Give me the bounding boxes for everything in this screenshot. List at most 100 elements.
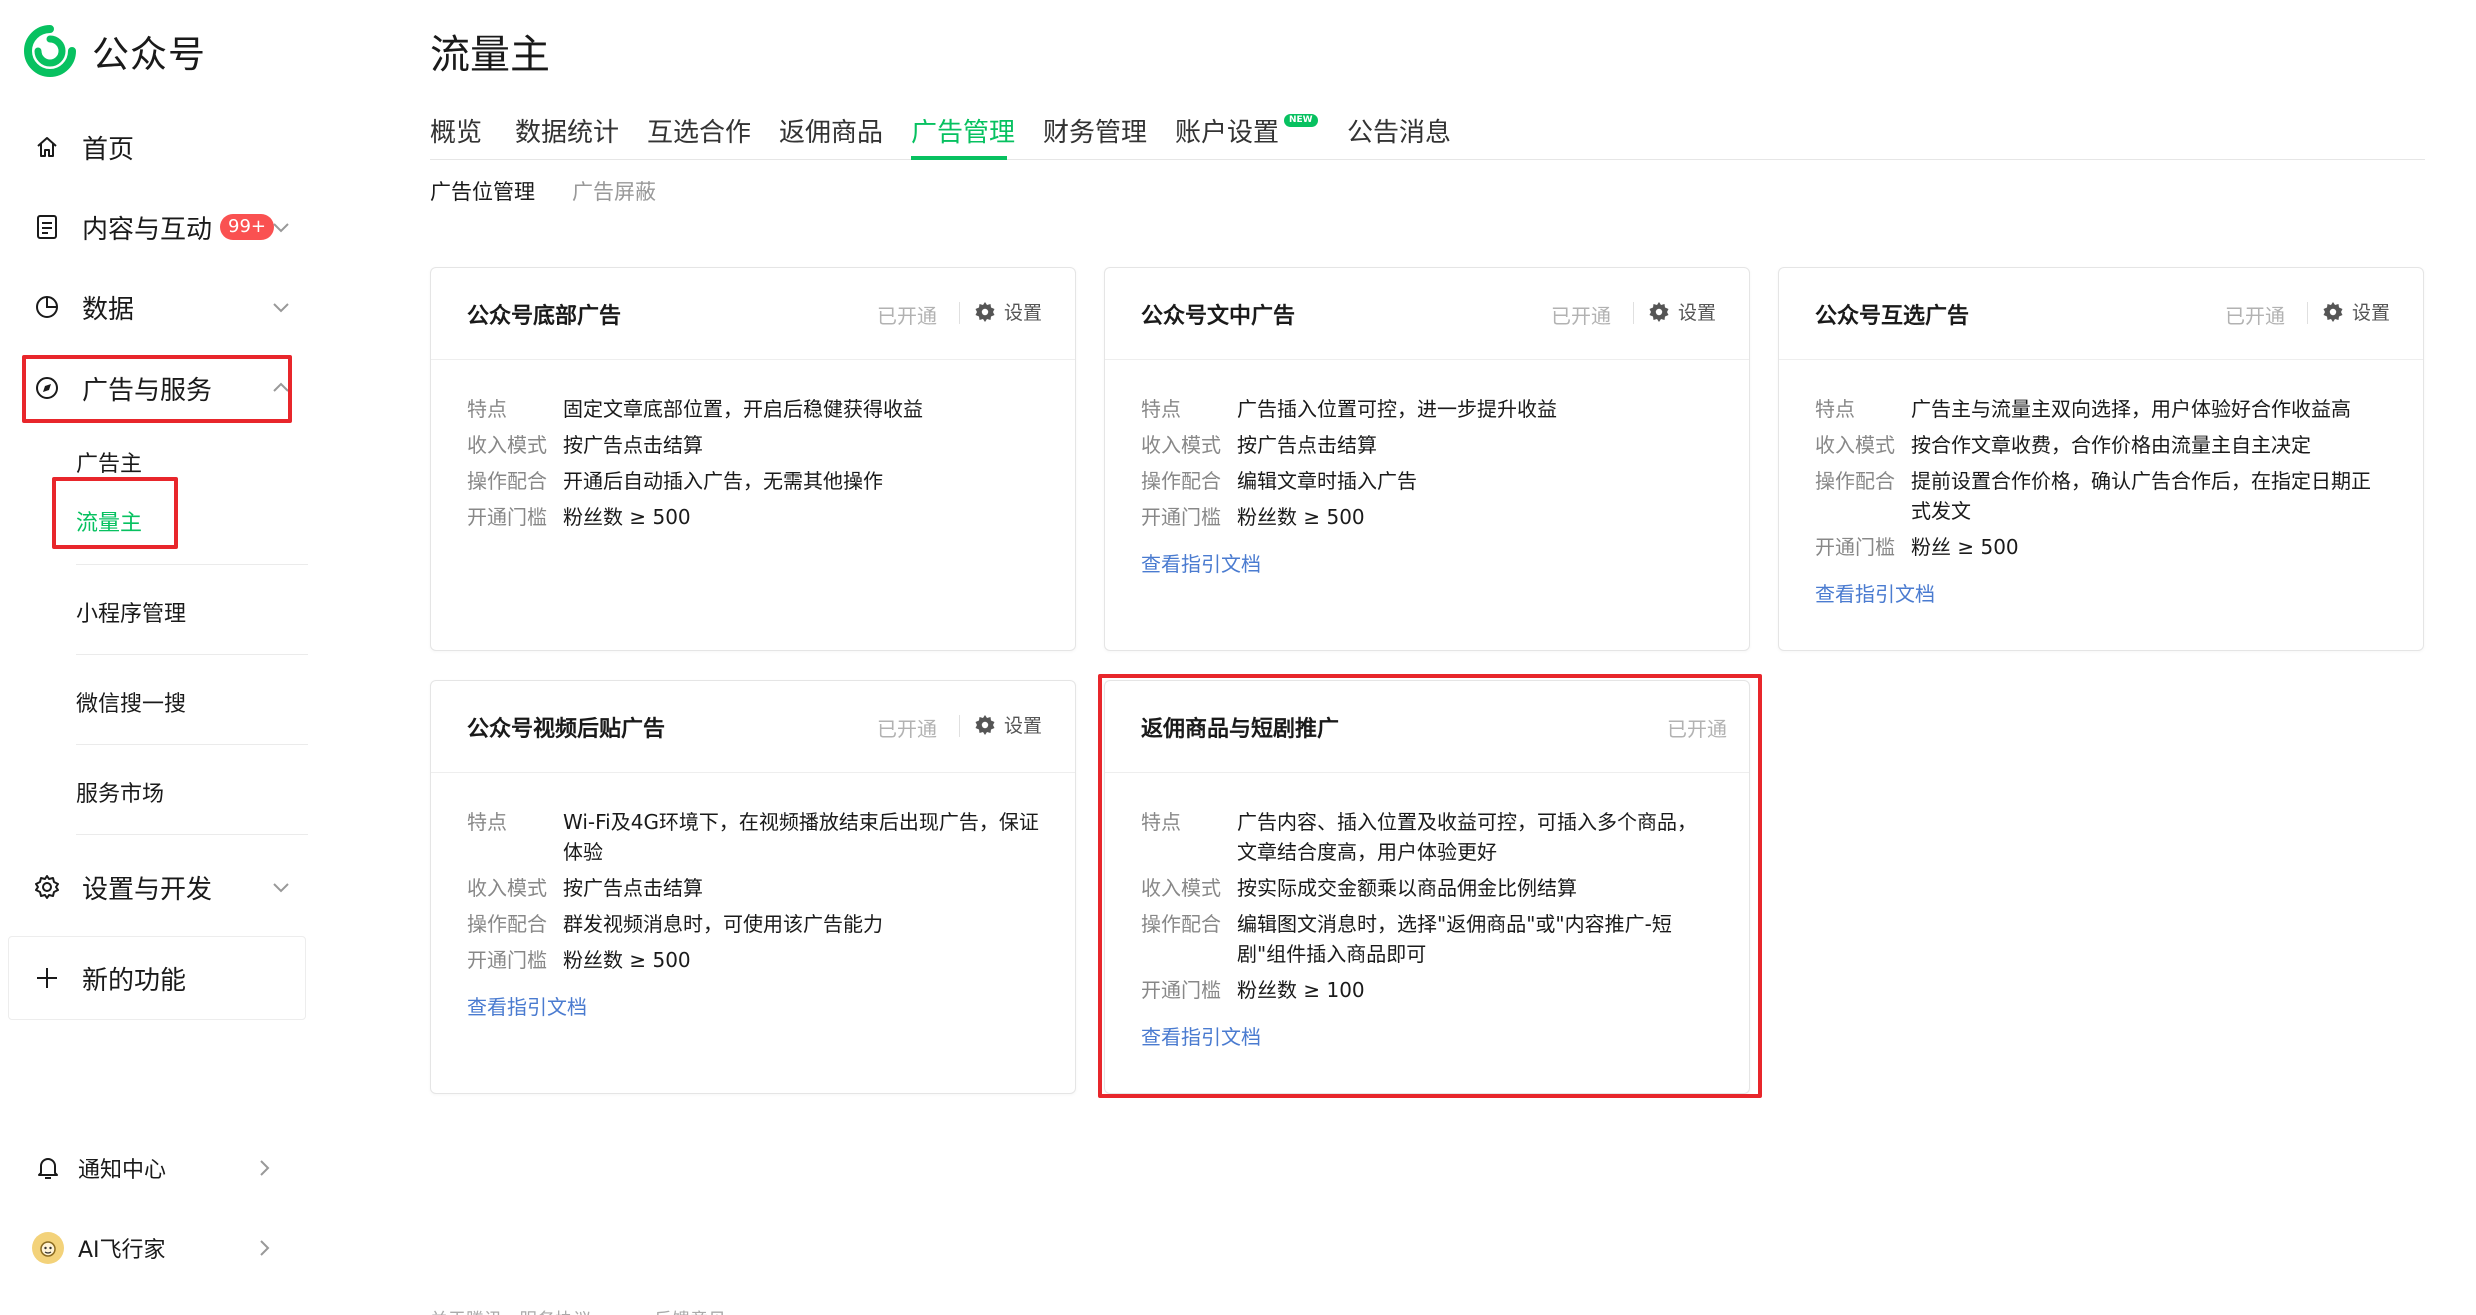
row-key: 特点 [1141,397,1181,421]
card-row: 特点 Wi-Fi及4G环境下，在视频播放结束后出现广告，保证体验 [467,807,1039,867]
sidebar-item-home[interactable]: 首页 [24,114,304,180]
row-key: 特点 [1815,397,1855,421]
row-value: 广告插入位置可控，进一步提升收益 [1237,397,1557,421]
row-key: 开通门槛 [467,505,547,529]
subtab-ad-blocking[interactable]: 广告屏蔽 [572,176,656,206]
sidebar-item-label: 数据 [82,294,135,325]
chevron-down-icon[interactable] [270,876,292,898]
divider [959,715,960,737]
wechat-official-logo-icon [24,25,76,77]
status-badge: 已开通 [877,304,937,328]
row-value: 开通后自动插入广告，无需其他操作 [563,469,883,493]
card-row: 开通门槛 粉丝数 ≥ 500 [467,945,1039,975]
card-row: 特点 广告插入位置可控，进一步提升收益 [1141,394,1713,424]
highlight-box-rebate-card [1098,674,1762,1098]
card-row: 操作配合 开通后自动插入广告，无需其他操作 [467,466,1039,496]
ad-card-video-post-roll-ad: 公众号视频后贴广告 已开通 设置 特点 Wi-Fi及4G环境下，在视频播放结束后出… [430,680,1076,1094]
row-key: 特点 [467,397,507,421]
sidebar-subitem-service-market[interactable]: 服务市场 [76,776,164,808]
tab-bar: 概览 数据统计 互选合作 返佣商品 广告管理 财务管理 账户设置 NEW 公告消… [430,108,2425,160]
sidebar-item-content[interactable]: 内容与互动 99+ [24,194,304,260]
account-name: AI飞行家 [78,1238,166,1263]
tab-overview[interactable]: 概览 [430,112,482,149]
highlight-box-ads-services [22,355,292,423]
card-row: 操作配合 提前设置合作价格，确认广告合作后，在指定日期正式发文 [1815,466,2387,526]
subtab-ad-slot-management[interactable]: 广告位管理 [430,176,535,206]
row-value: 粉丝数 ≥ 500 [1237,505,1365,529]
row-key: 操作配合 [467,912,547,936]
card-row: 收入模式 按广告点击结算 [467,873,1039,903]
chevron-down-icon[interactable] [270,296,292,318]
guide-doc-link[interactable]: 查看指引文档 [1815,578,1935,607]
settings-button[interactable]: 设置 [2322,298,2390,325]
guide-doc-link[interactable]: 查看指引文档 [467,991,587,1020]
card-body: 特点 广告主与流量主双向选择，用户体验好合作收益高 收入模式 按合作文章收费，合作价… [1779,360,2423,607]
bell-icon [32,1152,64,1184]
unread-badge: 99+ [220,214,275,240]
tab-announcements[interactable]: 公告消息 [1347,112,1451,149]
app-name: 公众号 [92,33,206,76]
highlight-box-publisher [52,477,178,549]
gear-icon [32,872,62,902]
row-key: 开通门槛 [467,948,547,972]
sidebar-item-data[interactable]: 数据 [24,274,304,340]
document-icon [32,212,62,242]
logo[interactable]: 公众号 [24,24,206,78]
plus-icon [32,963,62,993]
card-header: 公众号视频后贴广告 已开通 设置 [431,681,1075,773]
settings-label: 设置 [1678,302,1717,324]
page-title: 流量主 [430,32,550,78]
card-title: 公众号视频后贴广告 [467,717,666,742]
card-row: 收入模式 按广告点击结算 [467,430,1039,460]
sidebar-item-label: 设置与开发 [82,874,213,905]
settings-button[interactable]: 设置 [974,711,1042,738]
row-key: 收入模式 [1815,433,1895,457]
settings-label: 设置 [1004,302,1043,324]
tab-statistics[interactable]: 数据统计 [515,112,619,149]
row-value: 按广告点击结算 [1237,433,1377,457]
pie-chart-icon [32,292,62,322]
ad-card-bottom-ad: 公众号底部广告 已开通 设置 特点 固定文章底部位置，开启后稳健获得收益 收入模式… [430,267,1076,651]
sidebar-item-settings-dev[interactable]: 设置与开发 [24,854,304,920]
sidebar-subitem-miniprogram[interactable]: 小程序管理 [76,596,186,628]
notification-center-label: 通知中心 [78,1158,167,1183]
row-key: 操作配合 [1141,469,1221,493]
account-entry[interactable]: AI飞行家 [32,1226,282,1270]
tab-mutual-cooperation[interactable]: 互选合作 [647,112,751,149]
chevron-down-icon[interactable] [270,216,292,238]
card-row: 收入模式 按合作文章收费，合作价格由流量主自主决定 [1815,430,2387,460]
sidebar-item-new-features[interactable]: 新的功能 [24,945,304,1011]
tab-finance[interactable]: 财务管理 [1043,112,1147,149]
status-badge: 已开通 [877,717,937,741]
status-badge: 已开通 [1551,304,1611,328]
card-body: 特点 固定文章底部位置，开启后稳健获得收益 收入模式 按广告点击结算 操作配合 开通后… [431,360,1075,532]
settings-button[interactable]: 设置 [1648,298,1716,325]
gear-icon [2323,301,2343,322]
sidebar-subitem-advertiser[interactable]: 广告主 [76,446,142,478]
row-value: 按广告点击结算 [563,433,703,457]
gear-icon [1649,301,1669,322]
tab-account-settings[interactable]: 账户设置 [1175,112,1279,149]
row-value: 提前设置合作价格，确认广告合作后，在指定日期正式发文 [1911,469,2371,523]
row-value: 粉丝数 ≥ 500 [563,505,691,529]
sidebar-subitem-search[interactable]: 微信搜一搜 [76,686,186,718]
sidebar-item-label: 内容与互动 [82,214,213,245]
divider [76,744,308,745]
guide-doc-link[interactable]: 查看指引文档 [1141,548,1261,577]
settings-button[interactable]: 设置 [974,298,1042,325]
sidebar: 公众号 首页 内容与互动 99+ 数据 广告与服务 广告主 流量主 小程序管理 … [0,0,320,1315]
row-key: 收入模式 [467,433,547,457]
card-header: 公众号底部广告 已开通 设置 [431,268,1075,360]
card-row: 操作配合 编辑文章时插入广告 [1141,466,1713,496]
chevron-right-icon [260,1240,270,1256]
row-value: 广告主与流量主双向选择，用户体验好合作收益高 [1911,397,2351,421]
card-body: 特点 Wi-Fi及4G环境下，在视频播放结束后出现广告，保证体验 收入模式 按广告点… [431,773,1075,1020]
gear-icon [975,714,995,735]
card-body: 特点 广告插入位置可控，进一步提升收益 收入模式 按广告点击结算 操作配合 编辑文章时… [1105,360,1749,577]
sidebar-item-label: 新的功能 [82,965,187,996]
card-row: 特点 固定文章底部位置，开启后稳健获得收益 [467,394,1039,424]
new-badge: NEW [1284,114,1318,127]
tab-rebate-goods[interactable]: 返佣商品 [779,112,883,149]
tab-ad-management[interactable]: 广告管理 [911,112,1015,149]
notification-center[interactable]: 通知中心 [32,1146,282,1190]
